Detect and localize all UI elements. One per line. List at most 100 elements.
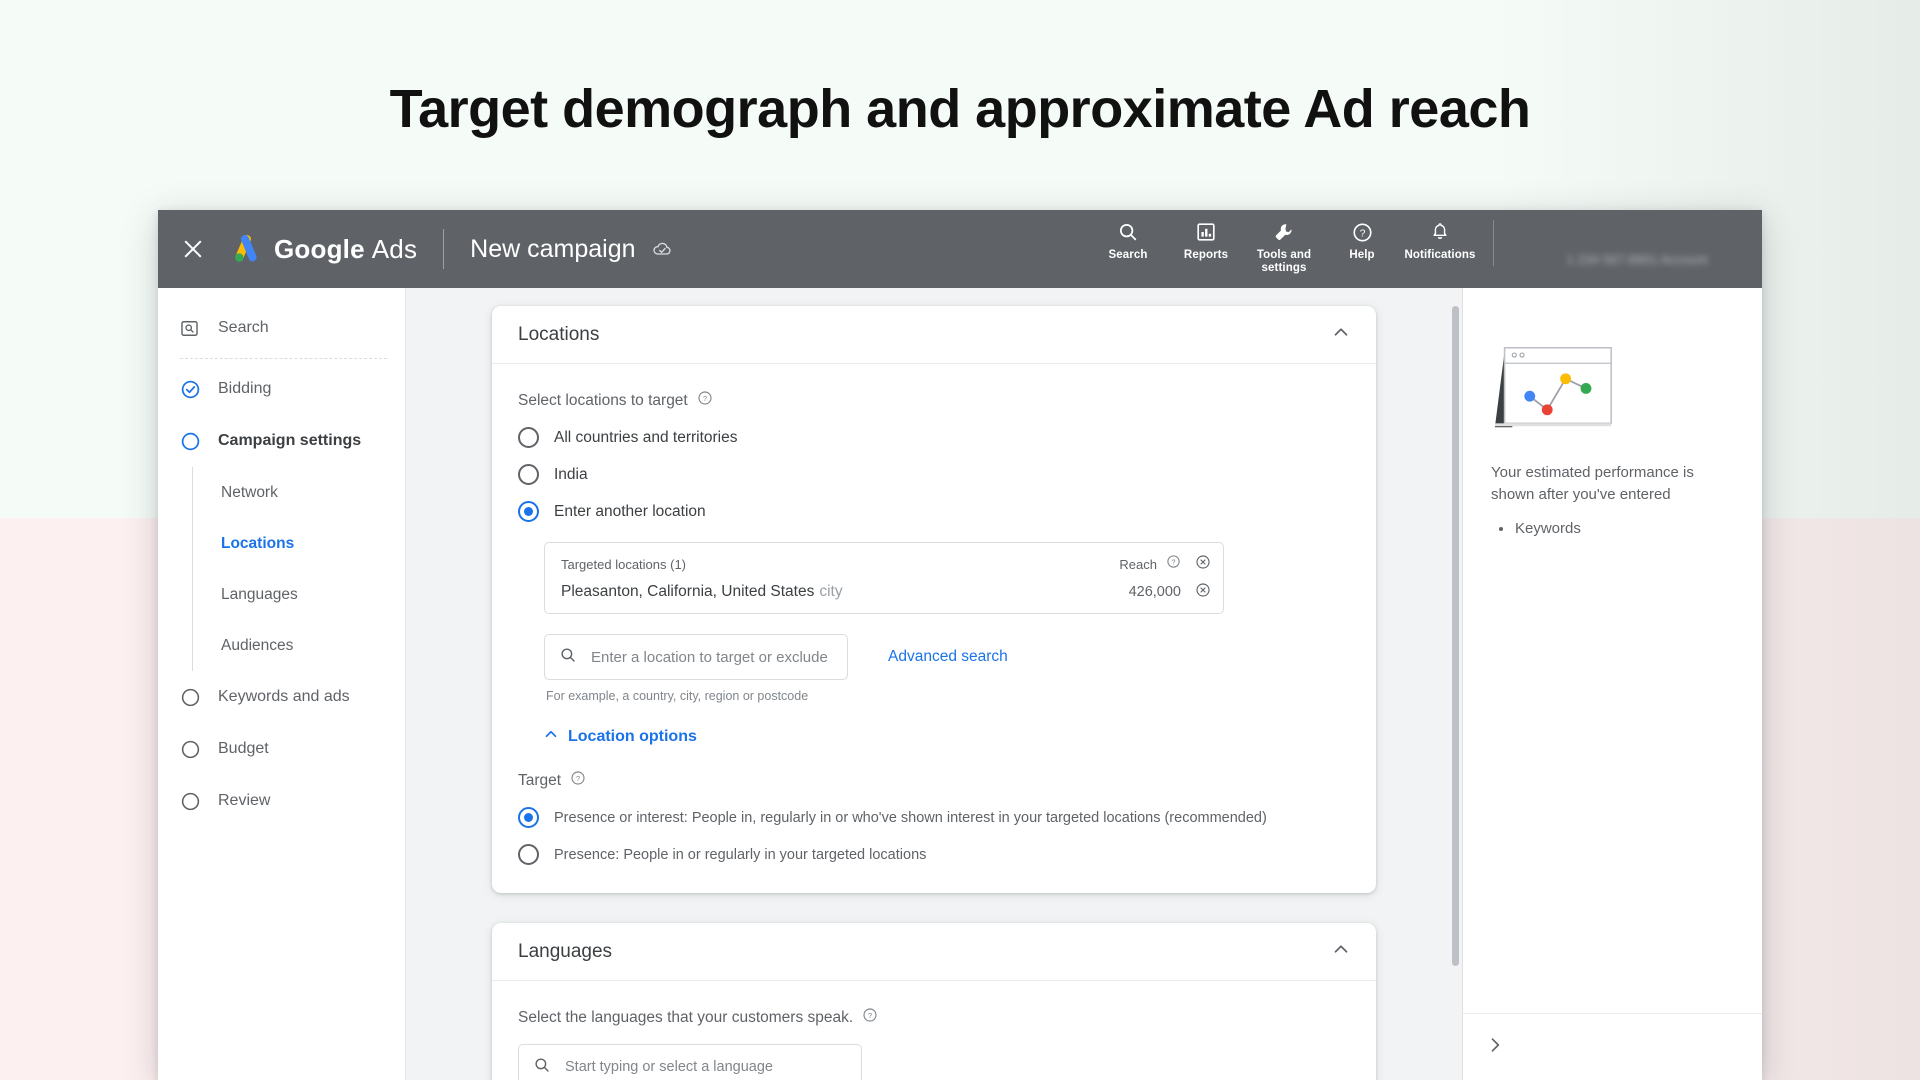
reports-bar-chart-icon [1195,220,1217,244]
location-kind-text: city [819,583,843,600]
radio-presence-or-interest[interactable]: Presence or interest: People in, regular… [518,807,1350,828]
remove-all-locations-icon[interactable] [1195,554,1211,575]
topbar-action-reports[interactable]: Reports [1167,220,1245,262]
brand-name: Google Ads [274,234,417,265]
table-row: Pleasanton, California, United States cit… [545,577,1223,613]
radio-presence[interactable]: Presence: People in or regularly in your… [518,844,1350,865]
languages-instruction: Select the languages that your customers… [518,1007,1350,1028]
check-circle-icon [180,379,204,400]
topbar-divider [443,229,445,269]
sidebar-divider [180,358,387,359]
language-search-input[interactable]: Start typing or select a language [518,1044,862,1080]
location-reach-value: 426,000 [1128,584,1181,600]
radio-india[interactable]: India [518,464,1350,485]
estimated-performance-panel: Your estimated performance is shown afte… [1462,288,1762,1080]
select-locations-label: Select locations to target ? [518,390,1350,411]
wrench-tools-icon [1273,220,1295,244]
location-search-input[interactable]: Enter a location to target or exclude [544,634,848,680]
account-id-blurred: 1 234 567-8901 Account [1566,251,1708,267]
sidebar-subitem-network[interactable]: Network [193,467,405,518]
chevron-up-icon[interactable] [1330,321,1352,348]
sidebar-item-label: Keywords and ads [218,688,350,705]
brand-ads: Ads [371,233,418,264]
brand-google: Google [274,233,365,264]
panel-divider [1463,1013,1762,1014]
circle-outline-icon [180,791,204,812]
remove-location-icon[interactable] [1195,582,1211,603]
search-box-icon [180,319,204,338]
sidebar-item-bidding[interactable]: Bidding [158,363,405,415]
languages-card-header: Languages [492,923,1376,981]
topbar-action-notifications[interactable]: Notifications [1401,220,1479,262]
location-options-toggle[interactable]: Location options [542,725,1350,748]
topbar-action-tools-and-settings[interactable]: Tools and settings [1245,220,1323,275]
select-locations-text: Select locations to target [518,391,688,409]
radio-button-icon [518,844,539,865]
sidebar-subitem-locations[interactable]: Locations [193,518,405,569]
radio-label: Presence or interest: People in, regular… [554,809,1267,826]
circle-outline-icon [180,739,204,760]
sidebar-subitem-label: Locations [221,534,295,552]
sidebar-subitem-languages[interactable]: Languages [193,569,405,620]
chevron-up-icon[interactable] [1330,938,1352,965]
sidebar-item-keywords-and-ads[interactable]: Keywords and ads [158,671,405,723]
account-selector[interactable]: 1 234 567-8901 Account [1512,220,1762,298]
advanced-search-link[interactable]: Advanced search [888,648,1008,666]
topbar-action-label: Search [1108,249,1148,261]
language-search-placeholder: Start typing or select a language [565,1059,773,1075]
vertical-scrollbar[interactable] [1452,306,1459,966]
svg-text:?: ? [868,1011,872,1020]
campaign-steps-sidebar: Search Bidding Campaign settings Network… [158,288,406,1080]
target-label-text: Target [518,771,562,789]
topbar-action-label: Reports [1183,249,1229,261]
sidebar-item-label: Bidding [218,380,272,397]
sidebar-item-review[interactable]: Review [158,775,405,827]
radio-button-icon [518,427,539,448]
target-options-block: Target ? Presence or interest: People in… [518,770,1350,865]
chevron-up-icon [542,725,560,748]
sidebar-item-campaign-settings[interactable]: Campaign settings [158,415,405,467]
radio-all-countries[interactable]: All countries and territories [518,427,1350,448]
languages-instruction-text: Select the languages that your customers… [518,1008,854,1026]
circle-outline-icon [180,687,204,708]
location-options-label: Location options [568,727,697,745]
reach-column-header: Reach [1119,556,1157,572]
targeted-locations-header-row: Targeted locations (1) Reach ? [545,543,1223,577]
radio-button-icon [518,464,539,485]
languages-card: Languages Select the languages that your… [492,923,1376,1080]
radio-button-selected-icon [518,807,539,828]
locations-card-title: Locations [518,323,600,345]
sidebar-subitem-audiences[interactable]: Audiences [193,620,405,671]
close-icon[interactable] [180,236,206,262]
svg-text:?: ? [1172,558,1176,566]
target-label: Target ? [518,770,1350,791]
location-name-text: Pleasanton, California, United States [561,583,815,600]
locations-card: Locations Select locations to target ? A… [492,306,1376,893]
bullet-icon [1499,526,1503,531]
radio-enter-another-location[interactable]: Enter another location [518,501,1350,522]
search-icon [533,1056,551,1079]
campaign-settings-subnav: Network Locations Languages Audiences [192,467,405,671]
locations-card-body: Select locations to target ? All countri… [492,364,1376,893]
settings-scroll-area[interactable]: Locations Select locations to target ? A… [406,288,1462,1080]
help-circle-icon[interactable]: ? [862,1007,878,1028]
list-item: Keywords [1499,520,1734,537]
help-circle-icon[interactable]: ? [697,390,713,411]
campaign-name: New campaign [470,234,636,263]
sidebar-item-search[interactable]: Search [158,302,405,354]
sidebar-item-budget[interactable]: Budget [158,723,405,775]
google-ads-logo-icon [235,235,257,262]
radio-button-selected-icon [518,501,539,522]
estimated-performance-requirements: Keywords [1499,520,1734,537]
performance-chart-illustration [1494,346,1612,428]
page-title: Target demograph and approximate Ad reac… [389,79,1531,139]
chevron-right-icon[interactable] [1485,1035,1505,1060]
topbar-action-help[interactable]: ? Help [1323,220,1401,262]
topbar-action-search[interactable]: Search [1089,220,1167,262]
help-circle-icon[interactable]: ? [570,770,586,791]
languages-card-title: Languages [518,940,613,962]
targeted-locations-table: Targeted locations (1) Reach ? Pleasanto… [544,542,1224,614]
help-circle-icon[interactable]: ? [1166,554,1181,574]
estimated-performance-text: Your estimated performance is shown afte… [1491,464,1694,504]
cloud-saved-icon [652,242,671,255]
